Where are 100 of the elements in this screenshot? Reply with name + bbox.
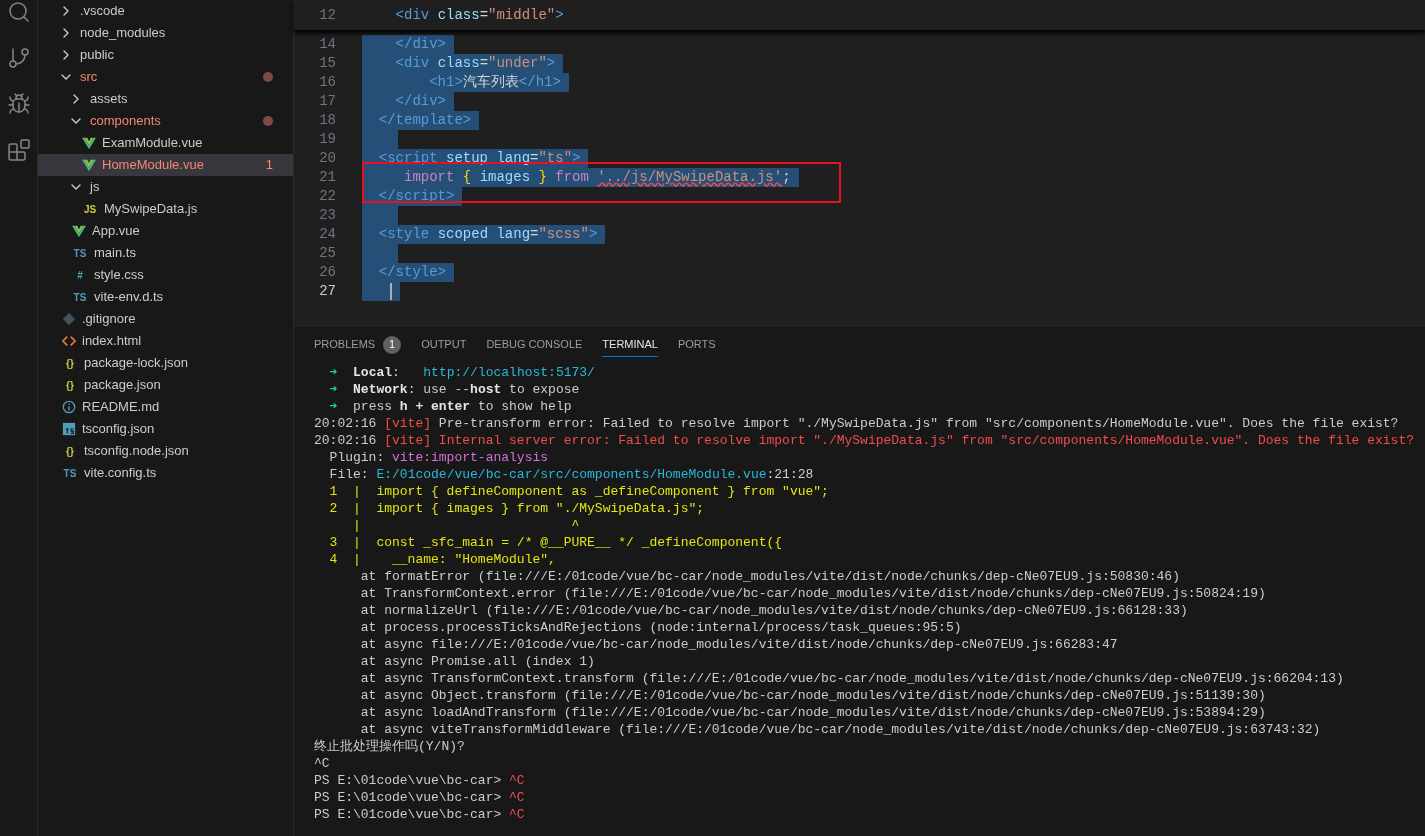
file-tree-item[interactable]: components bbox=[38, 110, 293, 132]
terminal-line: at process.processTicksAndRejections (node:internal/process/task_queues:95:5) bbox=[359, 619, 962, 636]
terminal-line: at normalizeUrl (file:///E:/01code/vue/bc-car/node_modules/vite/dist/node/chunks/dep-cNe07EU9.js:66128:33) bbox=[359, 602, 1188, 619]
panel-tab[interactable]: PROBLEMS 1 bbox=[314, 333, 402, 357]
file-name: ExamModule.vue bbox=[102, 134, 204, 153]
terminal-line: at async Object.transform (file:///E:/01code/vue/bc-car/node_modules/vite/dist/node/chunks/dep-cNe07EU9.js:51139:30) bbox=[359, 687, 1266, 704]
file-tree-item[interactable]: README.md bbox=[38, 396, 293, 418]
terminal-line: 1 | import { defineComponent as _defineComponent } from "vue"; bbox=[328, 483, 829, 500]
search-icon[interactable] bbox=[6, 0, 31, 24]
file-name: tsconfig.node.json bbox=[84, 442, 190, 461]
terminal-line: at async TransformContext.transform (file:///E:/01code/vue/bc-car/node_modules/vite/dist/node/chunks/dep-cNe07EU9.js:66204:13) bbox=[359, 670, 1344, 687]
file-tree-item[interactable]: node_modules bbox=[38, 22, 293, 44]
terminal-line: at async viteTransformMiddleware (file:///E:/01code/vue/bc-car/node_modules/vite/dist/node/chunks/dep-cNe07EU9.js:63743:32) bbox=[359, 721, 1321, 738]
file-name: assets bbox=[90, 90, 129, 109]
vue-logo-icon bbox=[82, 136, 96, 150]
file-type-icon: # bbox=[72, 267, 88, 283]
terminal-line: ➜ Local: http://localhost:5173/ bbox=[328, 364, 595, 381]
line-number: 22 bbox=[318, 187, 336, 206]
file-name: index.html bbox=[82, 332, 143, 351]
file-name: vite.config.ts bbox=[84, 464, 158, 483]
file-name: src bbox=[80, 68, 99, 87]
file-tree-item[interactable]: App.vue bbox=[38, 220, 293, 242]
terminal-line: 终止批处理操作吗(Y/N)? bbox=[314, 738, 465, 755]
vue-logo-icon bbox=[72, 224, 86, 238]
terminal-line: ➜ Network: use --host to expose bbox=[328, 381, 580, 398]
terminal-line: PS E:\01code\vue\bc-car> ^C bbox=[314, 789, 525, 806]
file-name: HomeModule.vue bbox=[102, 156, 205, 175]
line-number: 27 bbox=[318, 282, 336, 301]
line-number: 25 bbox=[318, 244, 336, 263]
file-type-icon: {} bbox=[62, 443, 78, 459]
terminal-line: at async Promise.all (index 1) bbox=[359, 653, 595, 670]
file-tree-item[interactable]: .gitignore bbox=[38, 308, 293, 330]
file-tree-item[interactable]: TS vite.config.ts bbox=[38, 462, 293, 484]
panel-tab[interactable]: OUTPUT bbox=[421, 333, 467, 357]
file-name: node_modules bbox=[80, 24, 167, 43]
file-name: vite-env.d.ts bbox=[94, 288, 165, 307]
file-tree-item[interactable]: {} package-lock.json bbox=[38, 352, 293, 374]
line-number: 26 bbox=[318, 263, 336, 282]
panel-tab[interactable]: DEBUG CONSOLE bbox=[486, 333, 583, 357]
line-number: 21 bbox=[318, 168, 336, 187]
file-name: .vscode bbox=[80, 2, 126, 21]
file-name: App.vue bbox=[92, 222, 141, 241]
vue-logo-icon bbox=[82, 158, 96, 172]
terminal-line: 20:02:16 [vite] Pre-transform error: Failed to resolve import "./MySwipeData.js" from "src/components/HomeModule.vue". Does the file exist? bbox=[314, 415, 1399, 432]
file-tree-item[interactable]: {} package.json bbox=[38, 374, 293, 396]
file-tree-item[interactable]: HomeModule.vue 1 bbox=[38, 154, 293, 176]
file-tree-item[interactable]: js bbox=[38, 176, 293, 198]
terminal-line: PS E:\01code\vue\bc-car> ^C bbox=[314, 772, 525, 789]
terminal-line: 20:02:16 [vite] Internal server error: Failed to resolve import "./MySwipeData.js" from "src/components/HomeModule.vue". Does the file exist? bbox=[314, 432, 1414, 449]
file-tree-item[interactable]: .vscode bbox=[38, 0, 293, 22]
file-name: .gitignore bbox=[82, 310, 137, 329]
panel-tab[interactable]: PORTS bbox=[677, 333, 716, 357]
file-name: README.md bbox=[82, 398, 161, 417]
file-type-icon: TS bbox=[72, 289, 88, 305]
terminal-line: at formatError (file:///E:/01code/vue/bc-car/node_modules/vite/dist/node/chunks/dep-cNe07EU9.js:50830:46) bbox=[359, 568, 1180, 585]
extensions-icon[interactable] bbox=[6, 138, 31, 162]
file-tree-item[interactable]: ExamModule.vue bbox=[38, 132, 293, 154]
code-line: <div class="middle"> bbox=[394, 5, 564, 25]
problem-count: 1 bbox=[265, 156, 273, 175]
branch-icon[interactable] bbox=[6, 46, 31, 70]
panel-tab[interactable]: TERMINAL bbox=[602, 333, 658, 357]
line-number: 17 bbox=[318, 92, 336, 111]
file-type-icon: JS bbox=[82, 201, 98, 217]
problem-count-badge: 1 bbox=[383, 335, 402, 354]
line-number: 12 bbox=[318, 5, 336, 25]
file-tree-item[interactable]: public bbox=[38, 44, 293, 66]
line-number: 24 bbox=[318, 225, 336, 244]
line-number: 23 bbox=[318, 206, 336, 225]
file-tree-item[interactable]: tsconfig.json bbox=[38, 418, 293, 440]
file-type-icon: TS bbox=[62, 465, 78, 481]
terminal-line: at async file:///E:/01code/vue/bc-car/node_modules/vite/dist/node/chunks/dep-cNe07EU9.js:66283:47 bbox=[359, 636, 1118, 653]
file-name: package-lock.json bbox=[84, 354, 190, 373]
file-name: public bbox=[80, 46, 115, 65]
line-number: 14 bbox=[318, 35, 336, 54]
config-file-icon bbox=[62, 422, 76, 436]
file-tree-item[interactable]: {} tsconfig.node.json bbox=[38, 440, 293, 462]
terminal-line: Plugin: vite:import-analysis bbox=[328, 449, 549, 466]
terminal-line: 3 | const _sfc_main = /* @__PURE__ */ _defineComponent({ bbox=[328, 534, 783, 551]
file-type-icon: {} bbox=[62, 355, 78, 371]
file-tree-item[interactable]: src bbox=[38, 66, 293, 88]
bug-icon[interactable] bbox=[6, 92, 31, 116]
file-tree-item[interactable]: JS MySwipeData.js bbox=[38, 198, 293, 220]
file-type-icon: TS bbox=[72, 245, 88, 261]
file-tree-item[interactable]: TS vite-env.d.ts bbox=[38, 286, 293, 308]
file-tree-item[interactable]: TS main.ts bbox=[38, 242, 293, 264]
file-tree-item[interactable]: # style.css bbox=[38, 264, 293, 286]
line-number: 16 bbox=[318, 73, 336, 92]
file-name: main.ts bbox=[94, 244, 137, 263]
file-tree-item[interactable]: assets bbox=[38, 88, 293, 110]
terminal-line: 4 | __name: "HomeModule", bbox=[328, 551, 556, 568]
file-name: tsconfig.json bbox=[82, 420, 156, 439]
angle-brackets-icon bbox=[62, 334, 76, 348]
terminal-line: ^C bbox=[314, 755, 330, 772]
file-name: style.css bbox=[94, 266, 145, 285]
diamond-icon bbox=[62, 312, 76, 326]
info-icon bbox=[62, 400, 76, 414]
line-number: 20 bbox=[318, 149, 336, 168]
terminal-line: File: E:/01code/vue/bc-car/src/components/HomeModule.vue:21:28 bbox=[328, 466, 814, 483]
file-tree-item[interactable]: index.html bbox=[38, 330, 293, 352]
terminal-line: at TransformContext.error (file:///E:/01code/vue/bc-car/node_modules/vite/dist/node/chunks/dep-cNe07EU9.js:50824:19) bbox=[359, 585, 1266, 602]
